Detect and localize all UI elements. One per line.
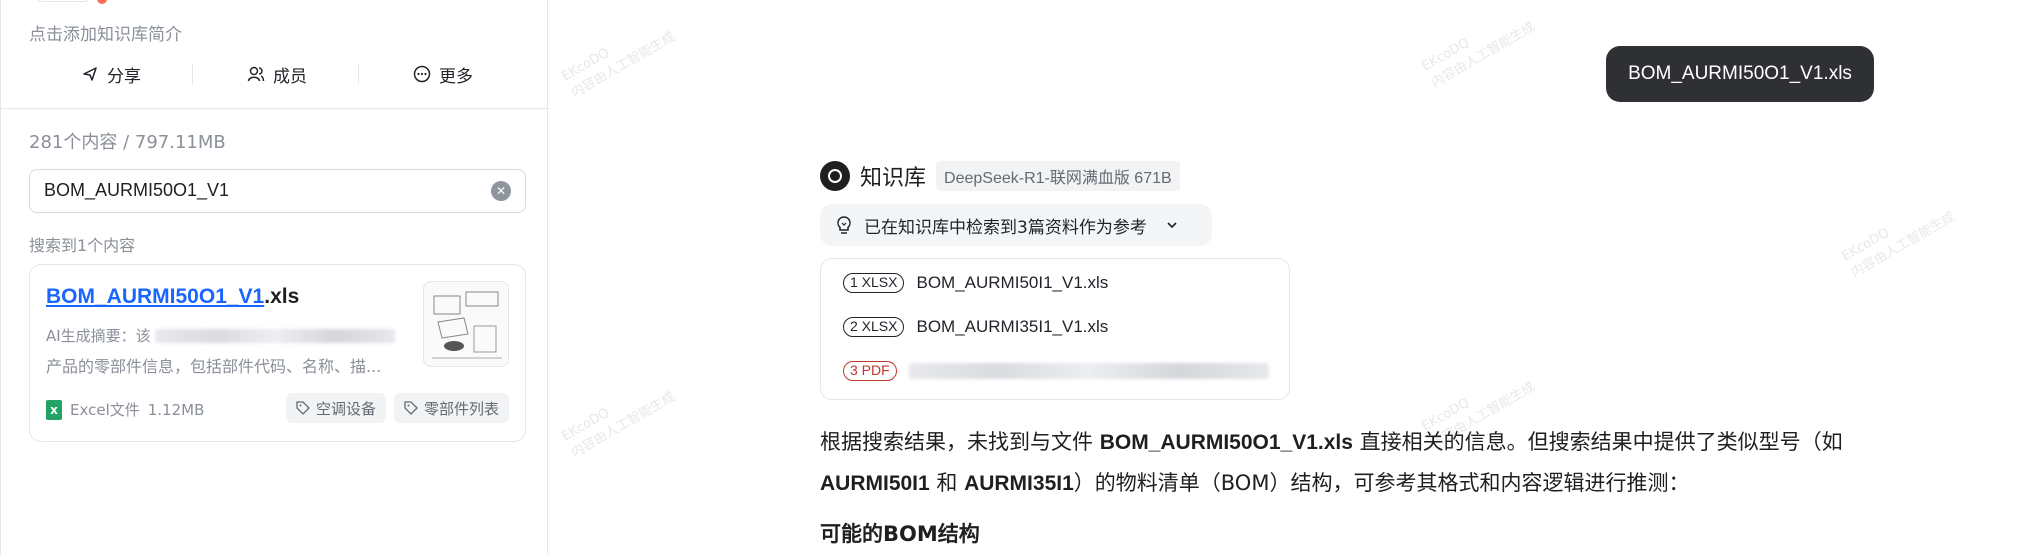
- action-separator: [192, 64, 193, 84]
- result-file-title[interactable]: BOM_AURMI50O1_V1.xls: [46, 285, 299, 309]
- reference-item[interactable]: 1 XLSX BOM_AURMI50I1_V1.xls: [843, 273, 1108, 293]
- tag-icon: [296, 401, 310, 415]
- members-icon: [247, 66, 265, 82]
- members-label: 成员: [273, 66, 307, 87]
- search-result-count: 搜索到1个内容: [29, 236, 136, 255]
- more-label: 更多: [439, 66, 473, 87]
- thumbnail-drawing: [432, 291, 502, 359]
- result-thumbnail: [423, 281, 509, 367]
- answer-model-2: AURMI35I1: [964, 472, 1074, 495]
- share-label: 分享: [107, 66, 141, 87]
- reference-name: BOM_AURMI50I1_V1.xls: [916, 273, 1109, 292]
- watermark: EKcoDQ 内容由人工智能生成: [559, 29, 678, 101]
- assistant-answer: 根据搜索结果，未找到与文件 BOM_AURMI50O1_V1.xls 直接相关的…: [820, 430, 1843, 495]
- search-result-card[interactable]: BOM_AURMI50O1_V1.xls AI生成摘要：该 产品的零部件信息，包…: [29, 264, 526, 442]
- chevron-down-icon: [1167, 222, 1177, 229]
- assistant-header: 知识库 DeepSeek-R1-联网满血版 671B: [820, 160, 1180, 192]
- kb-search-input[interactable]: [44, 170, 474, 211]
- user-message-bubble: BOM_AURMI50O1_V1.xls: [1606, 46, 1874, 102]
- model-badge: DeepSeek-R1-联网满血版 671B: [936, 161, 1180, 191]
- answer-filename: BOM_AURMI50O1_V1.xls: [1099, 431, 1353, 454]
- reference-name: BOM_AURMI35I1_V1.xls: [916, 317, 1109, 336]
- more-button[interactable]: 更多: [413, 60, 473, 88]
- file-type: Excel文件: [70, 401, 140, 419]
- summary-prefix: AI生成摘要：该: [46, 327, 151, 345]
- knowledge-base-logo-icon: [820, 161, 850, 191]
- share-button[interactable]: 分享: [81, 60, 141, 88]
- kb-description-placeholder[interactable]: 点击添加知识库简介: [29, 20, 182, 45]
- blurred-reference-name: [908, 363, 1269, 379]
- result-tags: 空调设备 零部件列表: [285, 393, 509, 423]
- kb-avatar-stub: [37, 0, 89, 2]
- reference-item[interactable]: 2 XLSX BOM_AURMI35I1_V1.xls: [843, 317, 1108, 337]
- share-icon: [83, 67, 97, 81]
- result-title-ext: .xls: [264, 285, 300, 308]
- tag-label: 零部件列表: [423, 399, 499, 418]
- result-meta: x Excel文件 1.12MB: [46, 399, 204, 420]
- members-button[interactable]: 成员: [247, 60, 307, 88]
- lightbulb-icon: [837, 216, 851, 234]
- reference-list: 1 XLSX BOM_AURMI50I1_V1.xls 2 XLSX BOM_A…: [820, 258, 1290, 400]
- clear-search-icon[interactable]: ✕: [491, 181, 511, 201]
- knowledge-base-panel: 点击添加知识库简介 分享 成员 更多 281个内容 / 797.11MB ✕ 搜…: [0, 0, 549, 555]
- watermark: EKcoDQ 内容由人工智能生成: [1419, 19, 1538, 91]
- answer-model-1: AURMI50I1: [820, 472, 930, 495]
- tag-chip[interactable]: 零部件列表: [393, 393, 509, 423]
- tag-icon: [404, 401, 418, 415]
- blurred-text: [154, 328, 395, 343]
- watermark: EKcoDQ 内容由人工智能生成: [559, 389, 678, 461]
- retrieval-text: 已在知识库中检索到3篇资料作为参考: [864, 217, 1147, 238]
- kb-stats: 281个内容 / 797.11MB: [29, 132, 226, 153]
- excel-file-icon: x: [46, 399, 62, 420]
- reference-badge: 1 XLSX: [843, 273, 905, 293]
- file-size: 1.12MB: [147, 400, 205, 419]
- kb-search-box: ✕: [29, 169, 526, 213]
- action-separator: [358, 64, 359, 84]
- tag-label: 空调设备: [315, 399, 376, 418]
- result-title-match: BOM_AURMI50O1_V1: [46, 285, 265, 308]
- tag-chip[interactable]: 空调设备: [285, 393, 386, 423]
- reference-badge: 3 PDF: [843, 361, 897, 381]
- notification-dot: [97, 0, 107, 4]
- kb-action-row: 分享 成员 更多: [1, 54, 549, 94]
- reference-item[interactable]: 3 PDF: [843, 361, 1269, 381]
- assistant-name: 知识库: [860, 166, 927, 191]
- result-summary-line1: AI生成摘要：该: [46, 325, 395, 346]
- retrieval-toggle[interactable]: 已在知识库中检索到3篇资料作为参考: [820, 204, 1212, 246]
- watermark: EKcoDQ 内容由人工智能生成: [1839, 209, 1958, 281]
- panel-divider: [1, 108, 549, 109]
- answer-heading: 可能的BOM结构: [820, 522, 980, 546]
- reference-badge: 2 XLSX: [843, 317, 905, 337]
- more-icon: [413, 65, 431, 83]
- result-summary-line2: 产品的零部件信息，包括部件代码、名称、描...: [46, 357, 382, 376]
